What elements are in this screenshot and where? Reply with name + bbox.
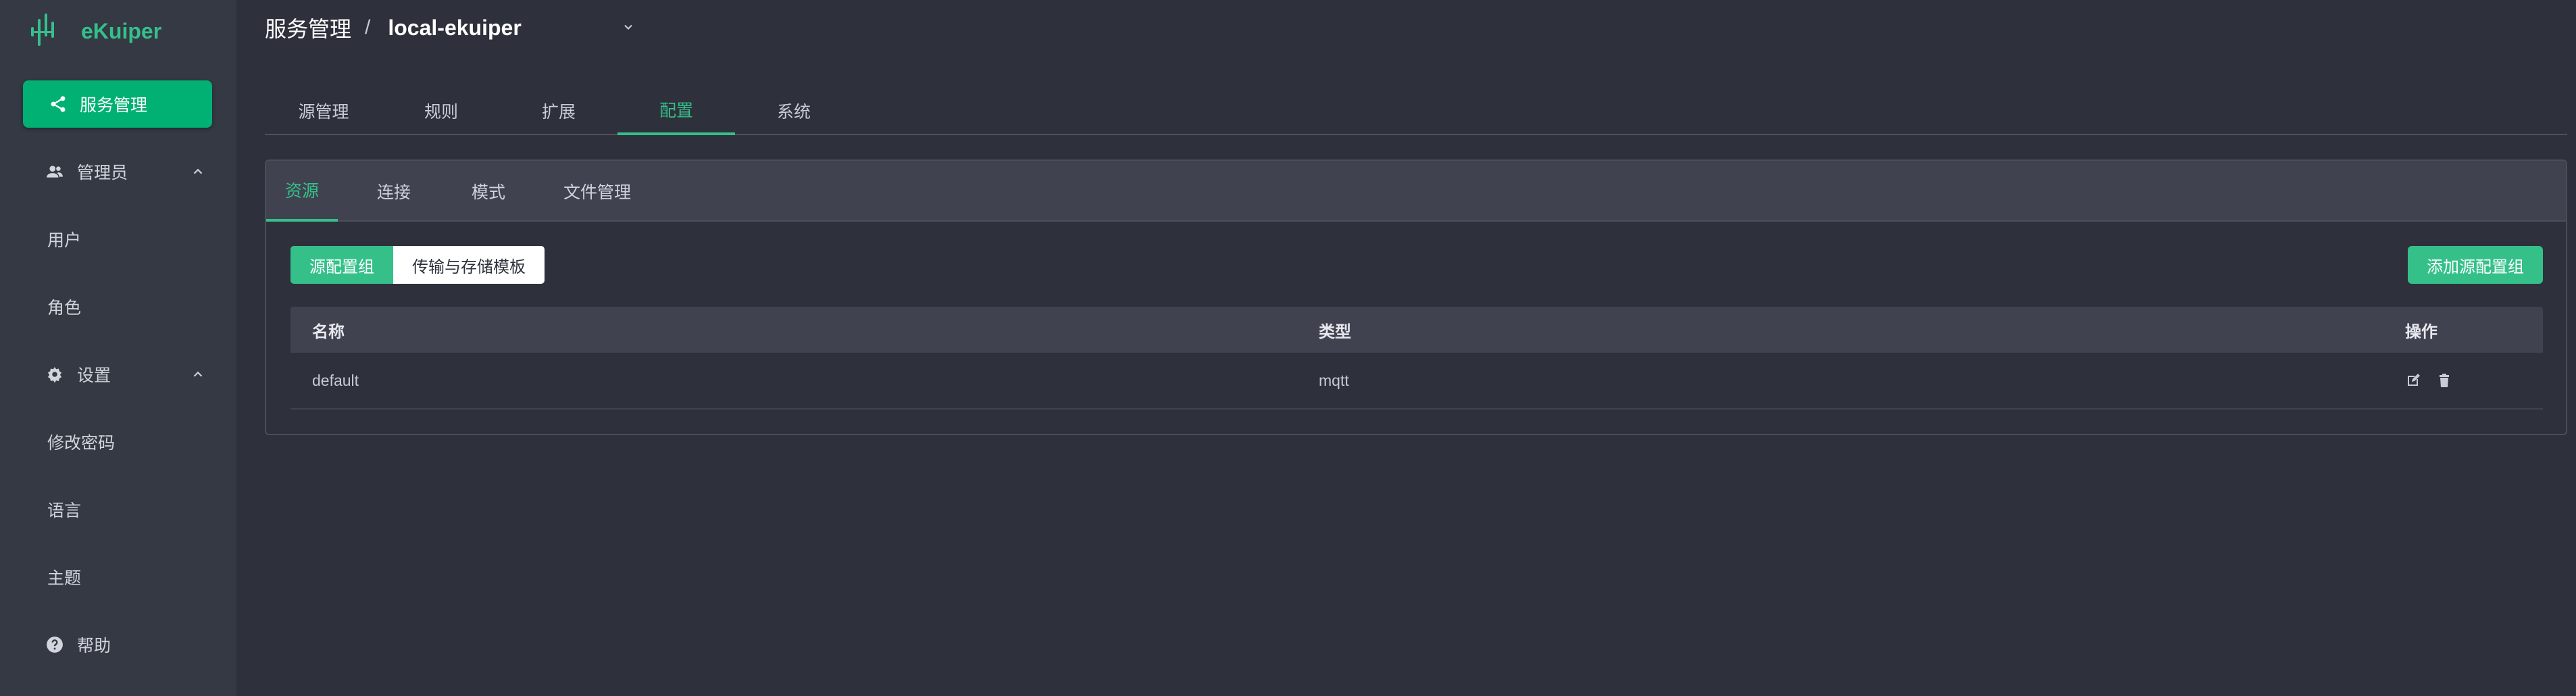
sidebar-item-admin[interactable]: 管理员 [0,151,236,192]
share-icon [51,96,66,112]
sidebar-item-label: 语言 [47,501,82,520]
table-header: 名称 类型 操作 [291,307,2543,353]
breadcrumb-separator: / [365,16,371,39]
sidebar-item-label: 服务管理 [80,96,148,115]
sidebar-item-settings[interactable]: 设置 [0,354,236,395]
table-row: default mqtt [291,353,2543,409]
sink-template-button[interactable]: 传输与存储模板 [393,246,545,284]
sidebar-item-label: 角色 [47,299,82,318]
sidebar: eKuiper 服务管理 管理员 用户 角色 设置 修改密码 语言 主题 帮助 [0,0,236,696]
sidebar-item-help[interactable]: 帮助 [0,624,236,665]
main-tabs: 源管理 规则 扩展 配置 系统 [265,86,2567,135]
sidebar-item-label: 管理员 [77,164,128,182]
breadcrumb-root[interactable]: 服务管理 [265,12,351,43]
logo[interactable]: eKuiper [30,12,161,50]
delete-icon[interactable] [2436,372,2452,389]
config-tabs: 资源 连接 模式 文件管理 [266,161,2566,222]
sidebar-item-language[interactable]: 语言 [0,489,236,530]
column-header-actions: 操作 [2405,322,2438,341]
cell-type: mqtt [1319,371,1349,389]
breadcrumb: 服务管理 / local-ekuiper [265,0,632,55]
cell-name: default [312,371,359,389]
config-card: 资源 连接 模式 文件管理 源配置组 传输与存储模板 添加源配置组 名称 类型 … [265,159,2567,435]
ekuiper-logo-icon [31,14,54,46]
tab-system[interactable]: 系统 [735,86,853,135]
sidebar-item-label: 用户 [47,231,82,250]
gear-icon [47,367,62,383]
sidebar-item-change-password[interactable]: 修改密码 [0,422,236,462]
edit-icon[interactable] [2405,372,2421,389]
column-header-name: 名称 [312,322,345,341]
tab-file-management[interactable]: 文件管理 [536,161,658,222]
service-selector-label[interactable]: local-ekuiper [388,16,521,41]
sidebar-item-label: 帮助 [77,637,111,655]
sidebar-item-label: 设置 [77,366,111,385]
tab-source-management[interactable]: 源管理 [265,86,382,135]
sidebar-item-service-management[interactable]: 服务管理 [23,80,212,128]
sidebar-item-users[interactable]: 用户 [0,219,236,259]
help-icon [47,637,63,653]
column-header-type: 类型 [1319,322,1351,341]
app-name: eKuiper [81,19,162,43]
config-type-toggle: 源配置组 传输与存储模板 [291,246,545,284]
add-source-config-group-button[interactable]: 添加源配置组 [2408,246,2543,284]
tab-resources[interactable]: 资源 [266,161,338,222]
app-root: eKuiper 服务管理 管理员 用户 角色 设置 修改密码 语言 主题 帮助 … [0,0,2576,696]
source-config-group-button[interactable]: 源配置组 [291,246,393,284]
tab-extensions[interactable]: 扩展 [500,86,617,135]
row-actions [2405,353,2452,408]
chevron-up-icon [193,168,203,174]
tab-configuration[interactable]: 配置 [617,86,735,135]
users-icon [47,166,63,178]
sidebar-item-roles[interactable]: 角色 [0,287,236,327]
tab-schemas[interactable]: 模式 [432,161,545,222]
sidebar-item-theme[interactable]: 主题 [0,557,236,597]
table-body: default mqtt [291,353,2543,409]
sidebar-item-label: 主题 [47,569,82,588]
tab-rules[interactable]: 规则 [382,86,500,135]
config-table: 名称 类型 操作 default mqtt [291,307,2543,409]
sidebar-item-label: 修改密码 [47,434,116,453]
chevron-up-icon [193,371,203,377]
chevron-down-icon[interactable] [622,20,635,34]
